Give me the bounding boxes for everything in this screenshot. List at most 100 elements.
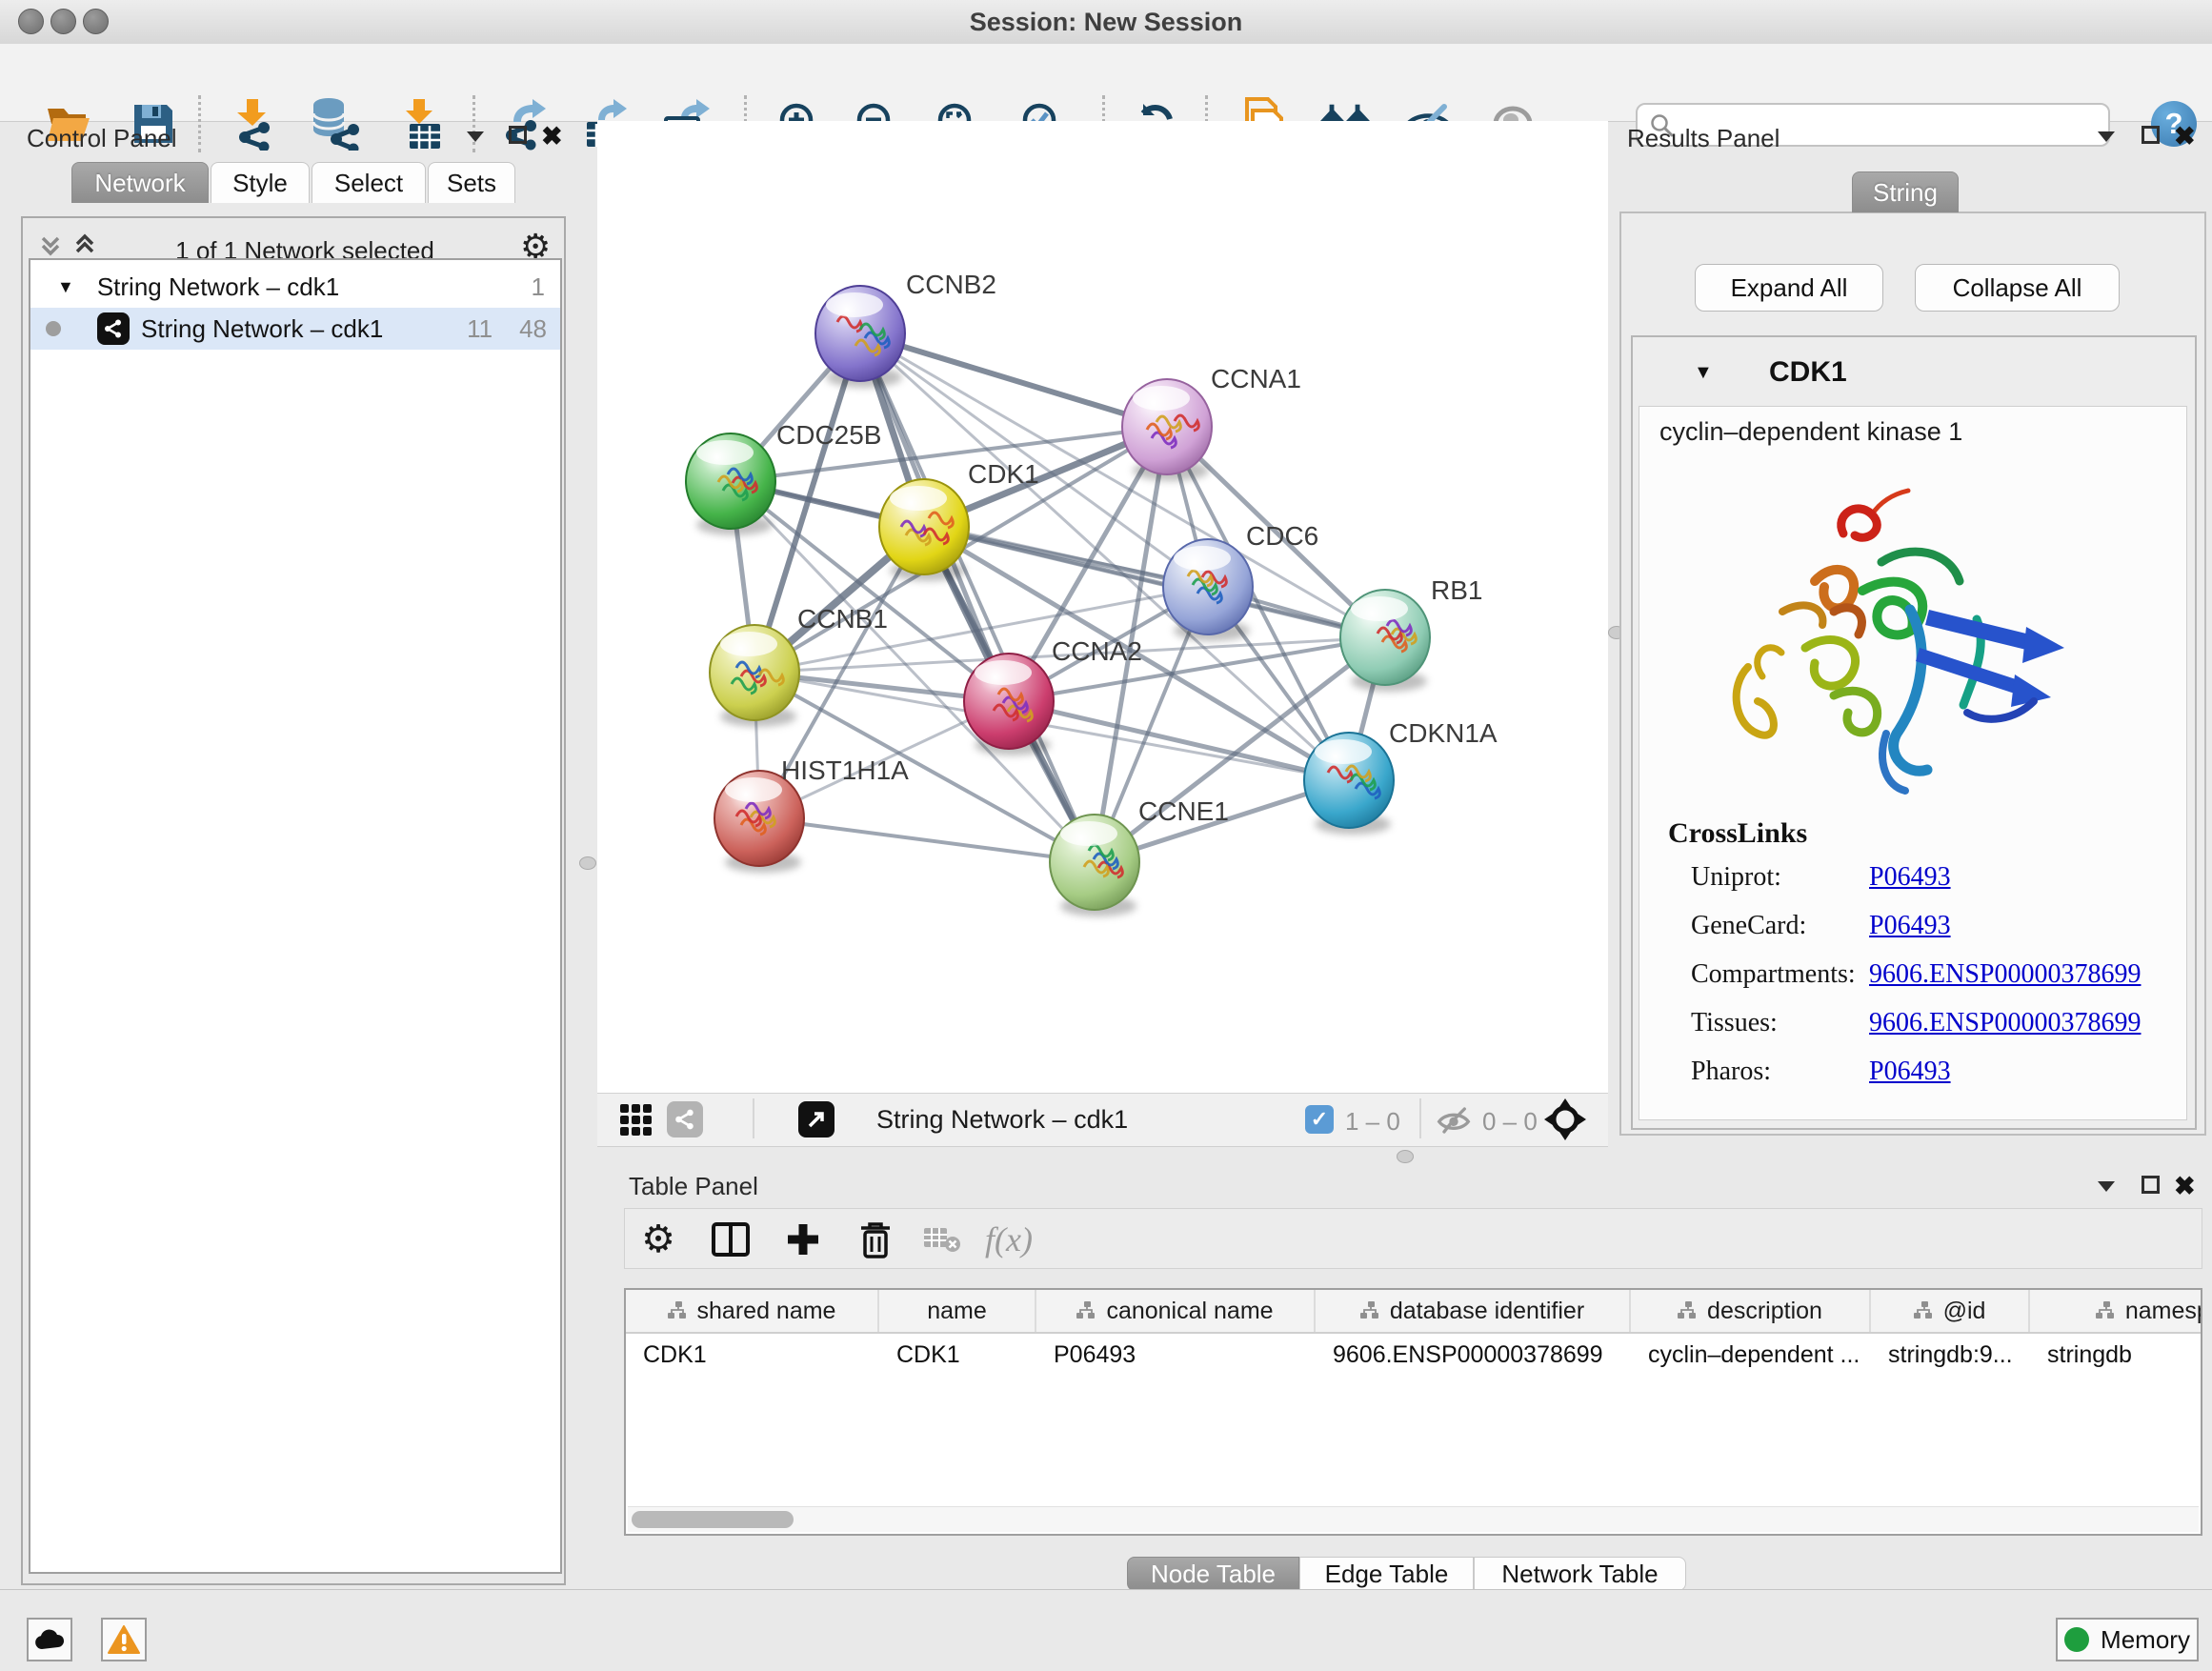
control-panel-title: Control Panel [27,124,177,153]
column-header-canonical-name[interactable]: canonical name [1036,1290,1316,1332]
table-header-row: shared name namecanonical name database id… [626,1290,2201,1334]
cell-name: CDK1 [879,1334,1036,1376]
warnings-button[interactable] [101,1618,147,1661]
delete-table-icon [920,1218,964,1261]
tab-edge-table[interactable]: Edge Table [1299,1557,1474,1591]
node-label-CCNB1: CCNB1 [797,604,888,634]
column-header--id[interactable]: @id [1871,1290,2030,1332]
show-columns-icon[interactable] [709,1218,753,1261]
control-panel-float-icon[interactable] [509,126,527,144]
column-header-namespace[interactable]: namespace [2030,1290,2202,1332]
network-tree-item-row[interactable]: String Network – cdk1 11 48 [30,308,560,350]
network-node-CDK1[interactable]: CDK1 [879,459,1039,581]
tab-style[interactable]: Style [211,162,310,203]
toolbar-separator [198,95,201,152]
hidden-count: 0 – 0 [1482,1107,1538,1137]
node-label-CDKN1A: CDKN1A [1389,718,1498,748]
tree-expander-icon[interactable]: ▼ [57,277,74,297]
column-header-database-identifier[interactable]: database identifier [1316,1290,1631,1332]
tab-node-table[interactable]: Node Table [1127,1557,1299,1591]
main-toolbar: ? [0,44,2212,122]
table-panel-menu-icon[interactable] [2098,1181,2115,1192]
network-node-CCNE1[interactable]: CCNE1 [1050,796,1229,916]
edge-HIST1H1A-CCNE1[interactable] [759,818,1095,862]
network-node-CDC6[interactable]: CDC6 [1163,521,1318,641]
crosslink-link-uniprot[interactable]: P06493 [1869,862,1951,893]
tab-network-table[interactable]: Network Table [1474,1557,1686,1591]
network-node-CCNB2[interactable]: CCNB2 [815,270,996,388]
network-node-HIST1H1A[interactable]: HIST1H1A [714,755,909,873]
network-node-CDC25B[interactable]: CDC25B [686,420,881,535]
crosslink-link-compartments[interactable]: 9606.ENSP00000378699 [1869,959,2141,990]
edge-CCNB2-CCNA1[interactable] [860,333,1167,427]
column-type-icon [1076,1301,1097,1320]
scrollbar-thumb[interactable] [632,1511,794,1528]
left-splitter-grip[interactable] [579,856,596,870]
bottom-splitter-grip[interactable] [1397,1150,1414,1163]
network-share-gray-icon[interactable] [667,1101,703,1137]
control-panel-close-icon[interactable]: ✖ [541,124,563,150]
import-table-file-icon[interactable] [396,97,450,151]
table-row[interactable]: CDK1CDK1P064939606.ENSP00000378699cyclin… [626,1334,2201,1376]
table-horizontal-scrollbar[interactable] [628,1506,2199,1532]
column-header-name[interactable]: name [879,1290,1036,1332]
tab-string[interactable]: String [1852,171,1959,212]
fit-selected-crosshair-icon[interactable] [1543,1097,1587,1146]
node-label-CDK1: CDK1 [968,459,1039,489]
column-label: @id [1943,1298,1986,1325]
warning-icon [108,1625,140,1654]
column-label: description [1707,1298,1822,1325]
delete-column-icon[interactable] [854,1218,897,1261]
cell-shared-name: CDK1 [626,1334,879,1376]
crosslink-label-tissues: Tissues: [1691,1008,1778,1038]
protein-structure-image [1691,448,2110,834]
import-network-database-icon[interactable] [308,97,361,151]
node-label-RB1: RB1 [1431,575,1482,605]
network-canvas[interactable]: CCNB2CCNA1CDC25BCDK1CDC6RB1CCNB1CCNA2CDK… [597,121,1608,1093]
network-node-CDKN1A[interactable]: CDKN1A [1304,718,1498,835]
column-header-description[interactable]: description [1631,1290,1871,1332]
network-tree: ▼ String Network – cdk1 1 String Network… [29,258,562,1574]
column-header-shared-name[interactable]: shared name [626,1290,879,1332]
net-toolbar-separator [1419,1098,1421,1138]
selected-count: 1 – 0 [1345,1107,1400,1137]
table-panel-close-icon[interactable]: ✖ [2174,1174,2196,1199]
expand-all-button[interactable]: Expand All [1695,264,1883,312]
node-table[interactable]: shared name namecanonical name database id… [624,1288,2202,1536]
memory-label: Memory [2101,1625,2190,1655]
table-options-gear-icon[interactable]: ⚙ [636,1218,680,1261]
node-label-CCNA1: CCNA1 [1211,364,1301,393]
cloud-status-button[interactable] [27,1618,72,1661]
column-type-icon [668,1301,689,1320]
crosslink-link-tissues[interactable]: 9606.ENSP00000378699 [1869,1008,2141,1038]
tab-sets[interactable]: Sets [428,162,515,203]
network-node-RB1[interactable]: RB1 [1340,575,1482,692]
import-network-file-icon[interactable] [226,97,279,151]
node-label-HIST1H1A: HIST1H1A [781,755,909,785]
results-panel-menu-icon[interactable] [2098,131,2115,142]
network-tree-group-row[interactable]: ▼ String Network – cdk1 1 [30,266,560,308]
results-panel-close-icon[interactable]: ✖ [2174,124,2196,150]
results-panel-float-icon[interactable] [2142,126,2160,144]
memory-ok-icon [2064,1627,2089,1652]
crosslink-link-genecard[interactable]: P06493 [1869,911,1951,941]
column-type-icon [1914,1301,1935,1320]
selected-nodes-checkbox[interactable]: ✓ [1305,1105,1334,1134]
control-panel-menu-icon[interactable] [467,131,484,142]
collapse-all-button[interactable]: Collapse All [1915,264,2120,312]
crosslink-label-uniprot: Uniprot: [1691,862,1781,893]
gene-collapse-icon[interactable]: ▼ [1694,362,1713,384]
open-in-browser-icon[interactable] [798,1101,835,1137]
table-panel-float-icon[interactable] [2142,1176,2160,1194]
column-label: shared name [697,1298,836,1325]
column-label: database identifier [1390,1298,1584,1325]
network-node-CCNA1[interactable]: CCNA1 [1122,364,1301,481]
window-title: Session: New Session [0,8,2212,37]
cell-database-identifier: 9606.ENSP00000378699 [1316,1334,1631,1376]
crosslink-link-pharos[interactable]: P06493 [1869,1057,1951,1087]
tab-select[interactable]: Select [312,162,426,203]
birdseye-grid-icon[interactable] [619,1103,654,1140]
memory-button[interactable]: Memory [2056,1618,2199,1661]
add-column-icon[interactable] [781,1218,825,1261]
tab-network[interactable]: Network [71,162,209,203]
